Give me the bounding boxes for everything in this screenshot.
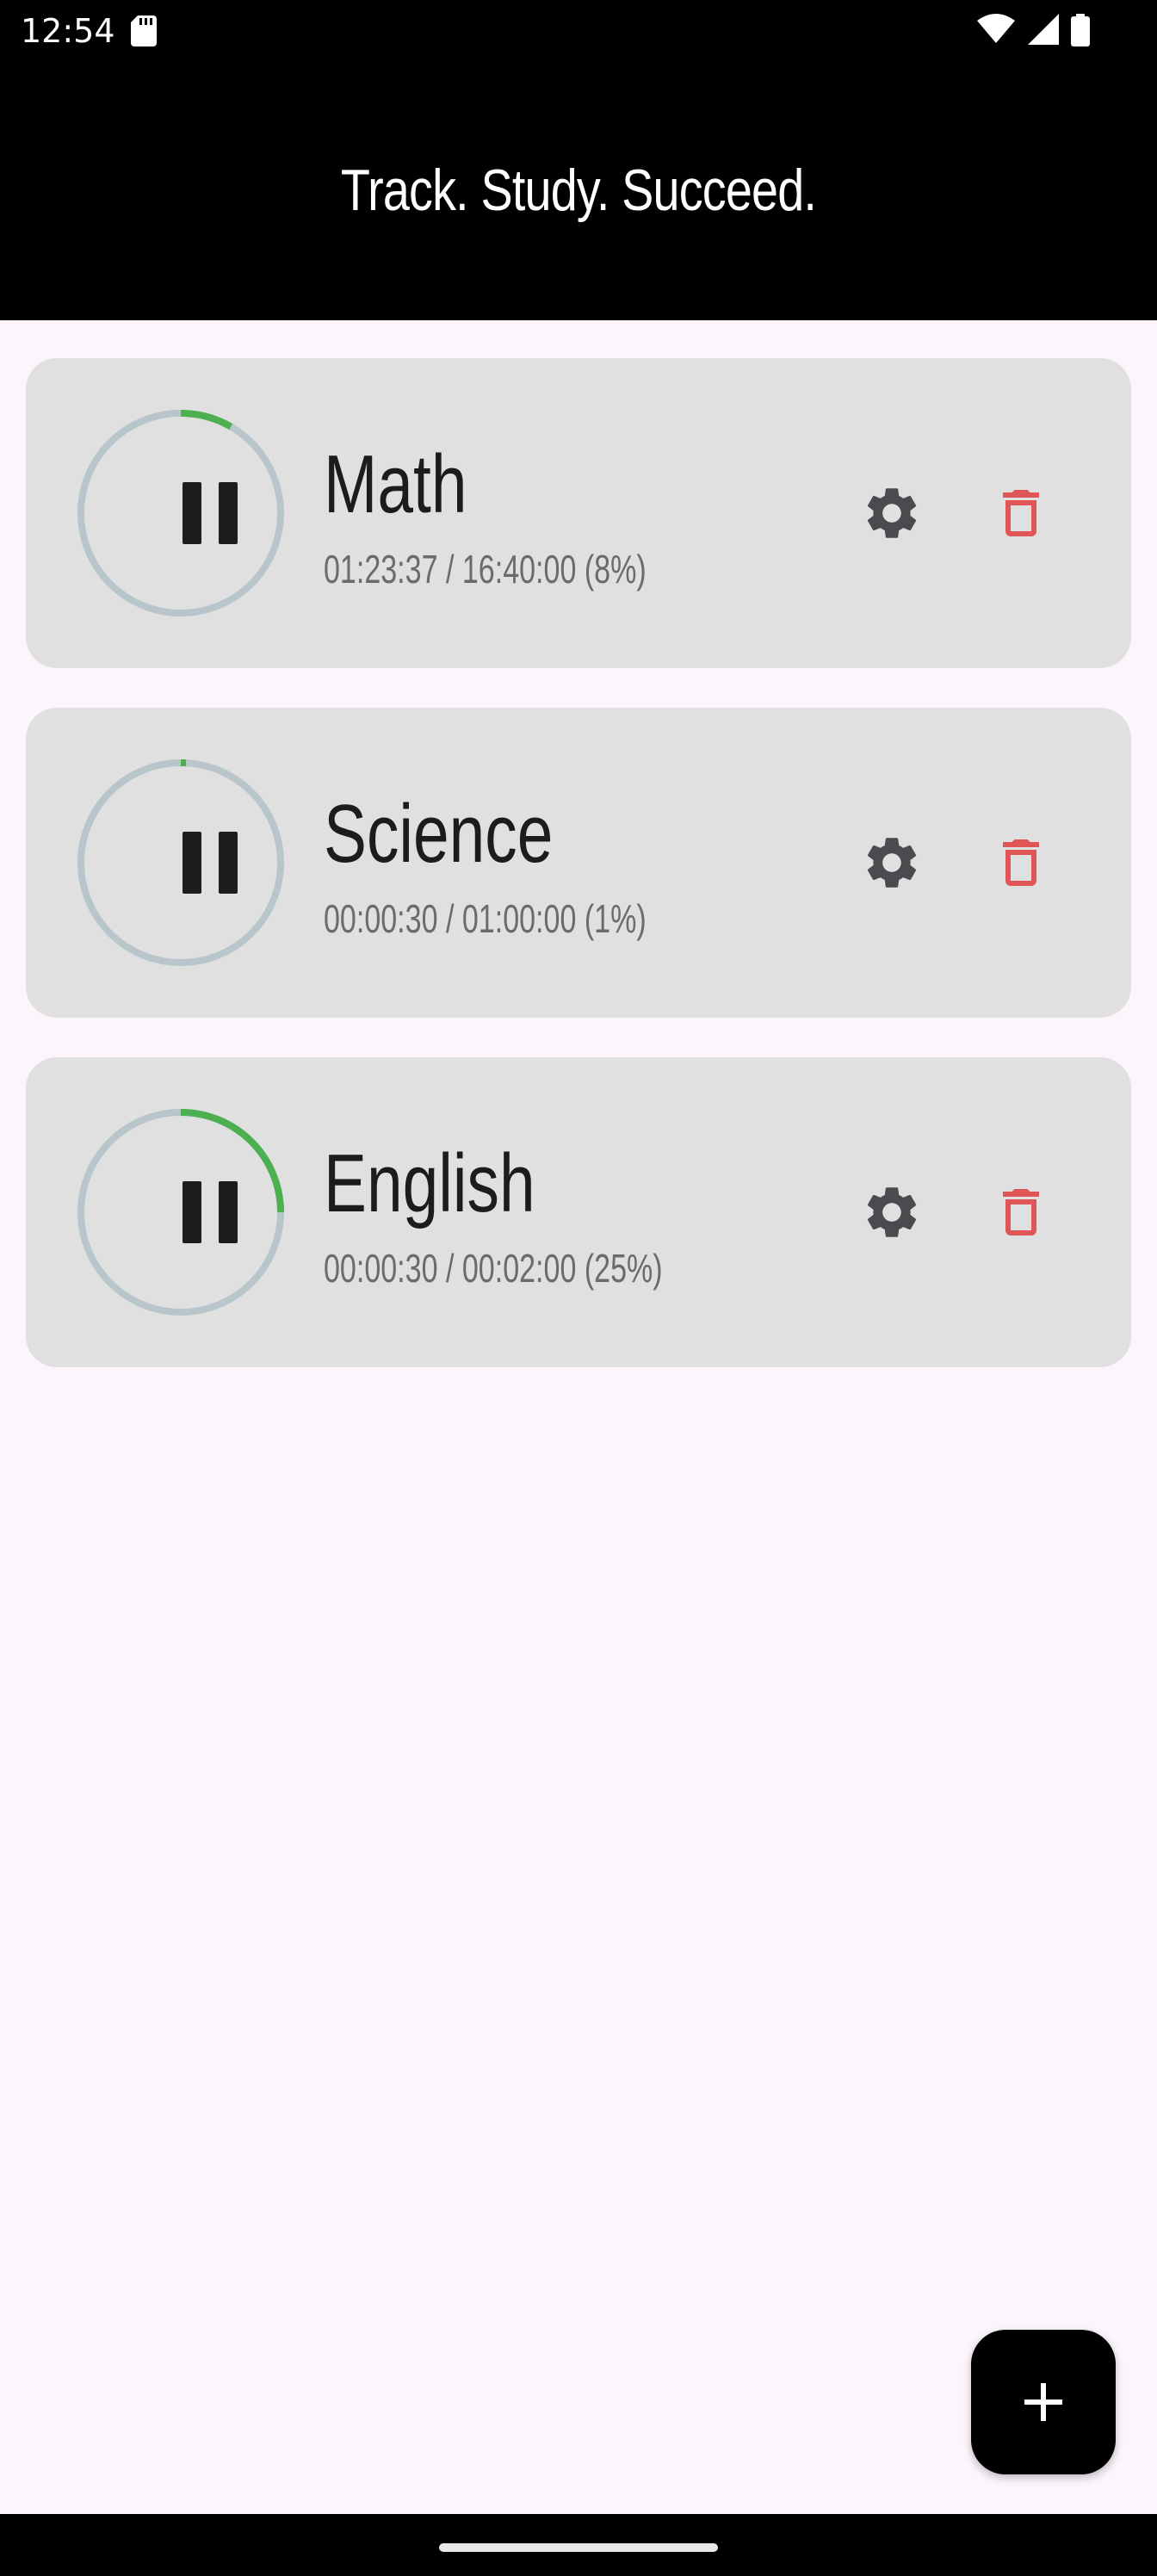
trash-icon [1003,1189,1039,1235]
subject-card: Science 00:00:30 / 01:00:00 (1%) [26,708,1131,1018]
pause-button[interactable] [76,408,286,618]
home-indicator[interactable] [439,2543,718,2552]
delete-button[interactable] [990,832,1052,894]
subject-name: Math [324,438,467,530]
wifi-icon [977,14,1016,43]
pause-button[interactable] [76,758,286,968]
delete-button[interactable] [990,482,1052,544]
gear-icon [867,1187,917,1237]
subject-name: Science [324,788,554,880]
subject-progress-text: 00:00:30 / 00:02:00 (25%) [324,1246,663,1291]
gear-icon [867,488,917,538]
settings-button[interactable] [861,832,923,894]
delete-button[interactable] [990,1181,1052,1243]
status-time: 12:54 [21,12,115,50]
pause-icon [219,482,238,544]
subject-progress-text: 01:23:37 / 16:40:00 (8%) [324,547,647,591]
status-bar: 12:54 [0,0,1157,62]
trash-icon [1003,490,1039,536]
app-header: Track. Study. Succeed. [0,62,1157,320]
sd-card-icon [131,15,157,51]
navigation-bar [0,2514,1157,2576]
pause-button[interactable] [76,1107,286,1317]
battery-icon [1071,14,1090,46]
trash-icon [1003,839,1039,886]
app-title: Track. Study. Succeed. [340,158,817,223]
settings-button[interactable] [861,482,923,544]
pause-icon [183,1181,201,1243]
plus-icon [1024,2383,1062,2421]
signal-icon [1027,14,1059,45]
subject-card: English 00:00:30 / 00:02:00 (25%) [26,1057,1131,1367]
pause-icon [219,832,238,894]
settings-button[interactable] [861,1181,923,1243]
pause-icon [183,832,201,894]
gear-icon [867,838,917,888]
subject-name: English [324,1137,535,1229]
pause-icon [219,1181,238,1243]
subject-progress-text: 00:00:30 / 01:00:00 (1%) [324,896,647,941]
pause-icon [183,482,201,544]
add-subject-button[interactable] [971,2330,1116,2474]
subject-card: Math 01:23:37 / 16:40:00 (8%) [26,358,1131,668]
